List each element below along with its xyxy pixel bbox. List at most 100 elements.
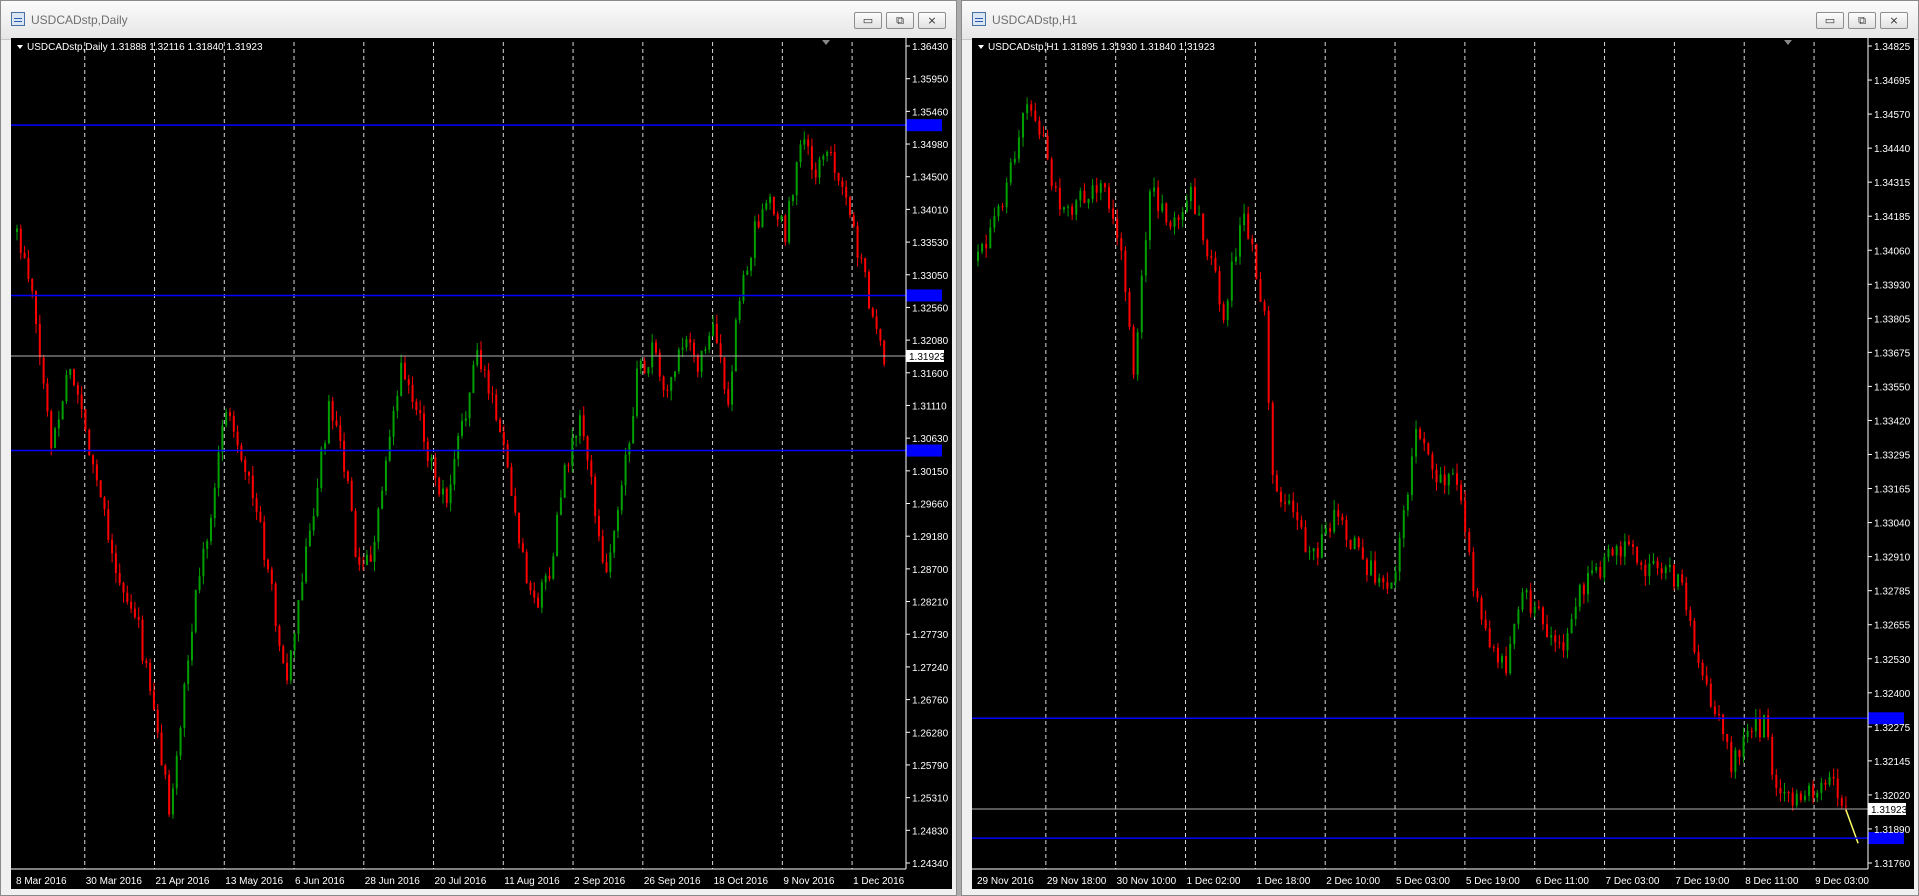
candle-body [807, 139, 810, 147]
candle-body [42, 357, 45, 384]
candle-body [1783, 791, 1786, 794]
candle-body [225, 412, 228, 426]
candle-body [16, 228, 18, 233]
candle-body [320, 448, 323, 489]
candle [289, 650, 292, 685]
close-button[interactable]: ⨯ [1880, 12, 1908, 29]
candle-body [316, 488, 319, 516]
candle-body [1320, 534, 1323, 558]
candle-body [69, 369, 72, 375]
candle-body [80, 394, 83, 410]
daily-chart-area[interactable]: 8 Mar 2016 30 Mar 2016 21 Apr 2016 13 May 2… [11, 38, 952, 889]
candle-body [1427, 443, 1430, 455]
candle-body [126, 592, 129, 602]
candle-body [73, 369, 76, 385]
candle-body [822, 156, 825, 160]
candle-body [1345, 520, 1348, 540]
maximize-button[interactable]: ⧉ [1848, 12, 1876, 29]
candle [320, 446, 323, 492]
candle [1165, 202, 1168, 226]
candle-body [1329, 528, 1332, 532]
candle [1255, 243, 1258, 280]
candle-body [76, 384, 79, 395]
h1-candlestick-chart[interactable]: 29 Nov 2016 29 Nov 18:00 30 Nov 10:00 1 Dec… [972, 38, 1914, 889]
candle-body [1251, 238, 1254, 245]
candle-body [1255, 244, 1258, 280]
candle-body [1193, 186, 1196, 215]
candle-body [213, 487, 216, 519]
candle-body [449, 484, 452, 504]
candle-body [981, 243, 984, 252]
h1-chart-area[interactable]: 29 Nov 2016 29 Nov 18:00 30 Nov 10:00 1 Dec… [972, 38, 1914, 889]
candle-body [563, 465, 566, 498]
candle-body [1214, 257, 1217, 272]
candle [620, 480, 623, 515]
candle-body [753, 221, 756, 259]
candle-body [643, 360, 646, 374]
candle-body [1640, 562, 1643, 565]
candle-body [666, 389, 669, 391]
candle-body [54, 428, 57, 449]
candle [658, 348, 661, 382]
candle-body [1157, 187, 1160, 212]
daily-candlestick-chart[interactable]: 8 Mar 2016 30 Mar 2016 21 Apr 2016 13 May 2… [11, 38, 952, 889]
candle-body [1775, 774, 1778, 789]
candle-body [514, 495, 517, 513]
candle-body [1300, 520, 1303, 528]
candle-body [594, 476, 597, 517]
price-tick-label: 1.32080 [912, 336, 949, 347]
candle-body [1279, 491, 1282, 503]
candle-body [875, 316, 878, 329]
candle-body [324, 443, 327, 449]
candle-body [1455, 473, 1458, 485]
daily-window-titlebar[interactable]: USDCADstp,Daily ▭ ⧉ ⨯ [1, 1, 956, 40]
candle-body [335, 420, 338, 426]
candle-body [1591, 570, 1594, 573]
h1-chart-window[interactable]: USDCADstp,H1 ▭ ⧉ ⨯ 29 Nov 2016 29 Nov 18:… [961, 0, 1919, 896]
candle-body [674, 371, 677, 378]
candle-body [1664, 567, 1667, 574]
candle-body [1103, 183, 1106, 188]
candle-body [1460, 484, 1463, 501]
candle-body [228, 412, 231, 416]
candle-body [1271, 402, 1274, 475]
minimize-button[interactable]: ▭ [854, 12, 882, 29]
price-tick-label: 1.31890 [1874, 825, 1911, 836]
candle-body [1464, 500, 1467, 533]
candle-body [133, 608, 136, 618]
candle-body [1144, 240, 1147, 276]
candle-body [1419, 429, 1422, 439]
minimize-button[interactable]: ▭ [1816, 12, 1844, 29]
maximize-button[interactable]: ⧉ [886, 12, 914, 29]
candle-body [738, 300, 741, 321]
candle [194, 589, 197, 634]
candle-body [985, 243, 988, 249]
close-button[interactable]: ⨯ [918, 12, 946, 29]
candle-body [1681, 574, 1684, 583]
h1-window-title: USDCADstp,H1 [992, 13, 1078, 27]
h1-window-titlebar[interactable]: USDCADstp,H1 ▭ ⧉ ⨯ [962, 1, 1918, 40]
candle-body [803, 139, 806, 145]
candle-body [734, 320, 737, 372]
daily-chart-window[interactable]: USDCADstp,Daily ▭ ⧉ ⨯ 8 Mar 2016 30 Mar 2… [0, 0, 957, 896]
candle-body [1267, 310, 1270, 403]
candle-body [578, 415, 581, 437]
candle-body [559, 497, 562, 515]
candle-body [750, 258, 753, 271]
candle-body [1574, 606, 1577, 620]
price-tick-label: 1.32020 [1874, 791, 1911, 802]
candle-body [190, 631, 193, 661]
candle [65, 369, 68, 405]
candle-body [430, 457, 433, 461]
candle-body [388, 436, 391, 461]
candle-body [149, 662, 152, 691]
candle-body [1693, 621, 1696, 653]
candle-body [506, 444, 509, 468]
candle-body [1738, 750, 1741, 757]
candle-body [1791, 792, 1794, 806]
candle-body [761, 209, 764, 228]
candle-body [544, 575, 547, 583]
candle-body [114, 553, 117, 574]
candle-body [445, 488, 448, 504]
candle-body [571, 437, 574, 466]
